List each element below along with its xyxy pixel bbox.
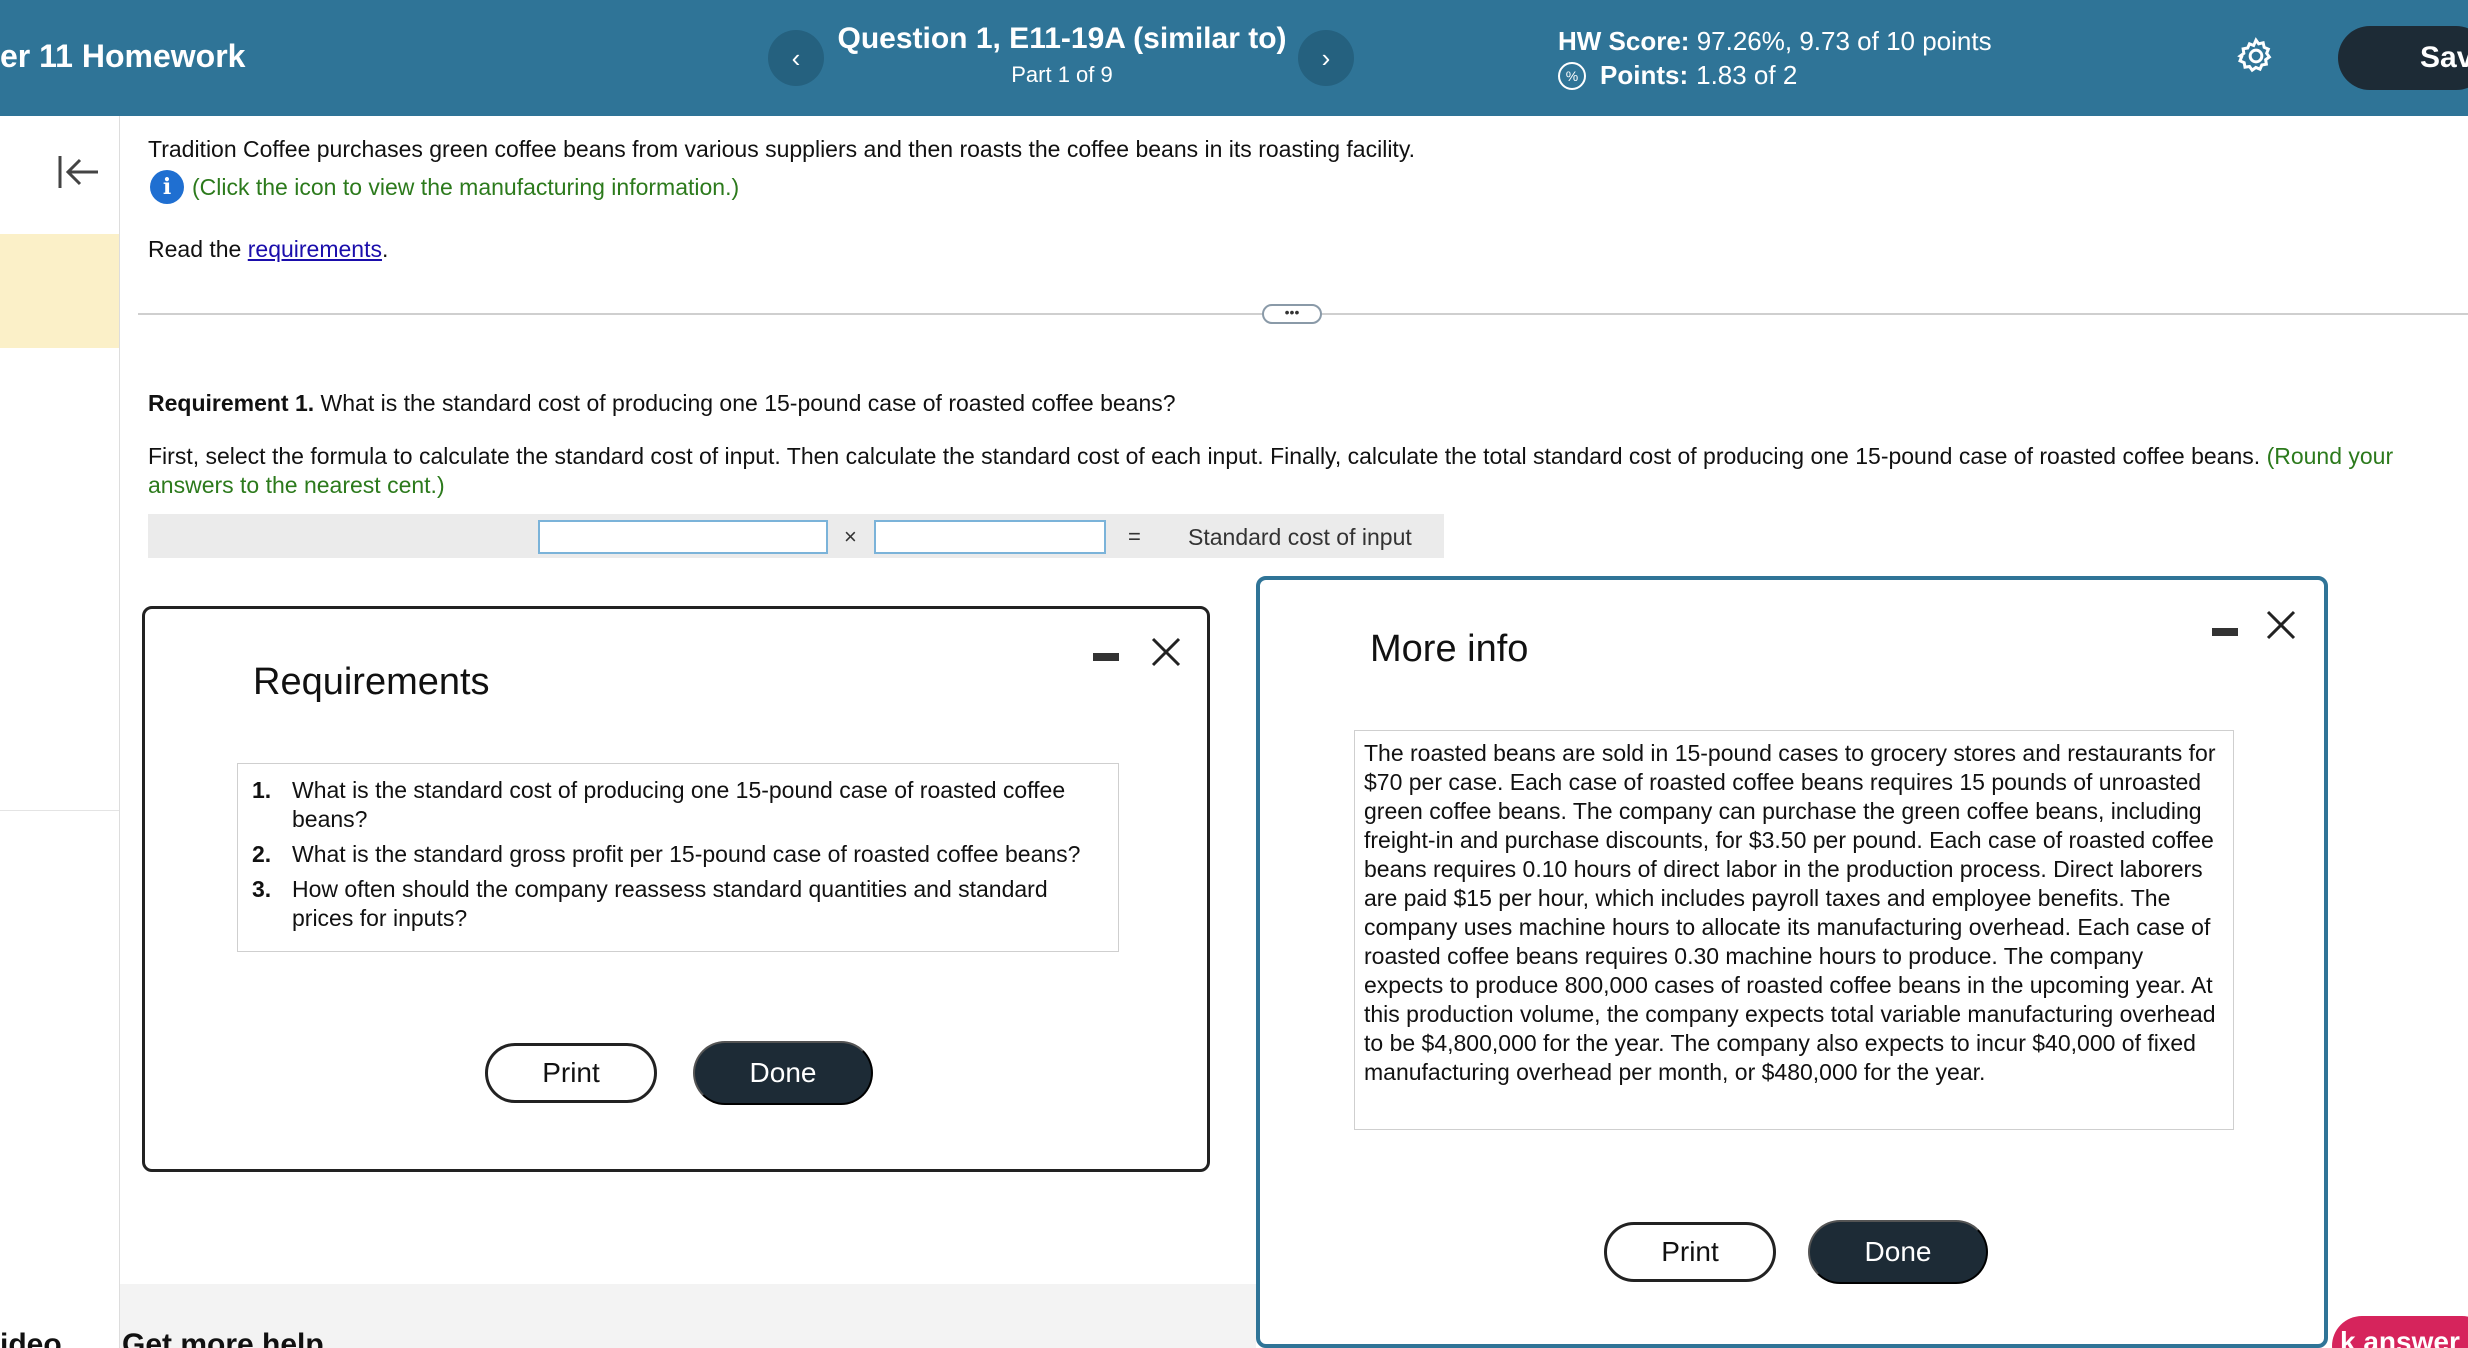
close-icon[interactable] (2264, 608, 2298, 642)
settings-gear-icon[interactable] (2236, 36, 2276, 76)
requirement-1-label: Requirement 1. (148, 390, 315, 416)
partial-credit-icon: % (1558, 61, 1586, 90)
read-requirements: Read the requirements. (148, 236, 388, 263)
save-button[interactable]: Save (2338, 26, 2468, 90)
more-info-print-button[interactable]: Print (1604, 1222, 1776, 1282)
requirements-dialog: Requirements 1. What is the standard cos… (142, 606, 1210, 1172)
manufacturing-info-text: The roasted beans are sold in 15-pound c… (1354, 730, 2234, 1130)
formula-row: × = Standard cost of input (148, 514, 1444, 558)
problem-intro: Tradition Coffee purchases green coffee … (148, 136, 1415, 162)
points-value: 1.83 of 2 (1696, 60, 1798, 90)
requirement-1-heading: Requirement 1. What is the standard cost… (148, 390, 1176, 417)
left-rail (0, 116, 120, 1348)
requirements-done-button[interactable]: Done (693, 1041, 873, 1105)
requirements-print-button[interactable]: Print (485, 1043, 657, 1103)
read-suffix: . (381, 236, 389, 262)
check-answer-label: k answer (2340, 1326, 2460, 1348)
chevron-left-icon: ‹ (791, 42, 801, 73)
list-item: 3. How often should the company reassess… (252, 876, 1048, 931)
formula-result-label: Standard cost of input (1188, 524, 1412, 550)
points: % Points: 1.83 of 2 (1558, 60, 1797, 91)
hw-score: HW Score: 97.26%, 9.73 of 10 points (1558, 26, 1992, 57)
close-icon[interactable] (1149, 635, 1183, 669)
points-label: Points: (1600, 60, 1689, 90)
current-question-highlight[interactable] (0, 234, 119, 348)
rail-divider (0, 810, 119, 811)
chevron-right-icon: › (1321, 42, 1331, 73)
more-info-dialog: More info The roasted beans are sold in … (1256, 576, 2328, 1348)
equals-operator: = (1128, 524, 1141, 549)
more-info-dialog-title: More info (1370, 628, 1529, 670)
more-info-done-button[interactable]: Done (1808, 1220, 1988, 1284)
requirements-link[interactable]: requirements (248, 236, 382, 262)
expand-collapse-handle[interactable]: ••• (1262, 304, 1322, 324)
read-prefix: Read the (148, 236, 248, 262)
check-answer-button[interactable]: k answer (2332, 1316, 2468, 1348)
requirement-1-instructions: First, select the formula to calculate t… (148, 442, 2448, 500)
get-more-help-link[interactable]: Get more help (122, 1328, 324, 1348)
next-question-button[interactable]: › (1298, 30, 1354, 86)
top-header-bar: er 11 Homework ‹ Question 1, E11-19A (si… (0, 0, 2468, 116)
list-item: 2. What is the standard gross profit per… (252, 841, 1081, 867)
info-link-text[interactable]: (Click the icon to view the manufacturin… (192, 174, 739, 201)
collapse-panel-icon[interactable] (56, 152, 102, 192)
formula-input-2[interactable] (874, 520, 1106, 554)
question-title: Question 1, E11-19A (similar to) (837, 22, 1287, 55)
minimize-icon[interactable] (2212, 628, 2238, 636)
requirement-1-question: What is the standard cost of producing o… (320, 390, 1176, 416)
instructions-text: First, select the formula to calculate t… (148, 443, 2261, 469)
minimize-icon[interactable] (1093, 653, 1119, 661)
manufacturing-info-link[interactable]: i (Click the icon to view the manufactur… (150, 170, 739, 204)
video-link[interactable]: ideo (0, 1328, 62, 1348)
requirements-dialog-title: Requirements (253, 661, 490, 703)
assignment-title: er 11 Homework (0, 38, 246, 74)
hw-score-label: HW Score: (1558, 26, 1690, 56)
formula-input-1[interactable] (538, 520, 828, 554)
question-part: Part 1 of 9 (1011, 62, 1113, 87)
requirements-list: 1. What is the standard cost of producin… (237, 763, 1119, 952)
hw-score-value: 97.26%, 9.73 of 10 points (1696, 26, 1992, 56)
times-operator: × (844, 524, 857, 549)
list-item: 1. What is the standard cost of producin… (252, 777, 1066, 832)
info-icon[interactable]: i (150, 170, 184, 204)
